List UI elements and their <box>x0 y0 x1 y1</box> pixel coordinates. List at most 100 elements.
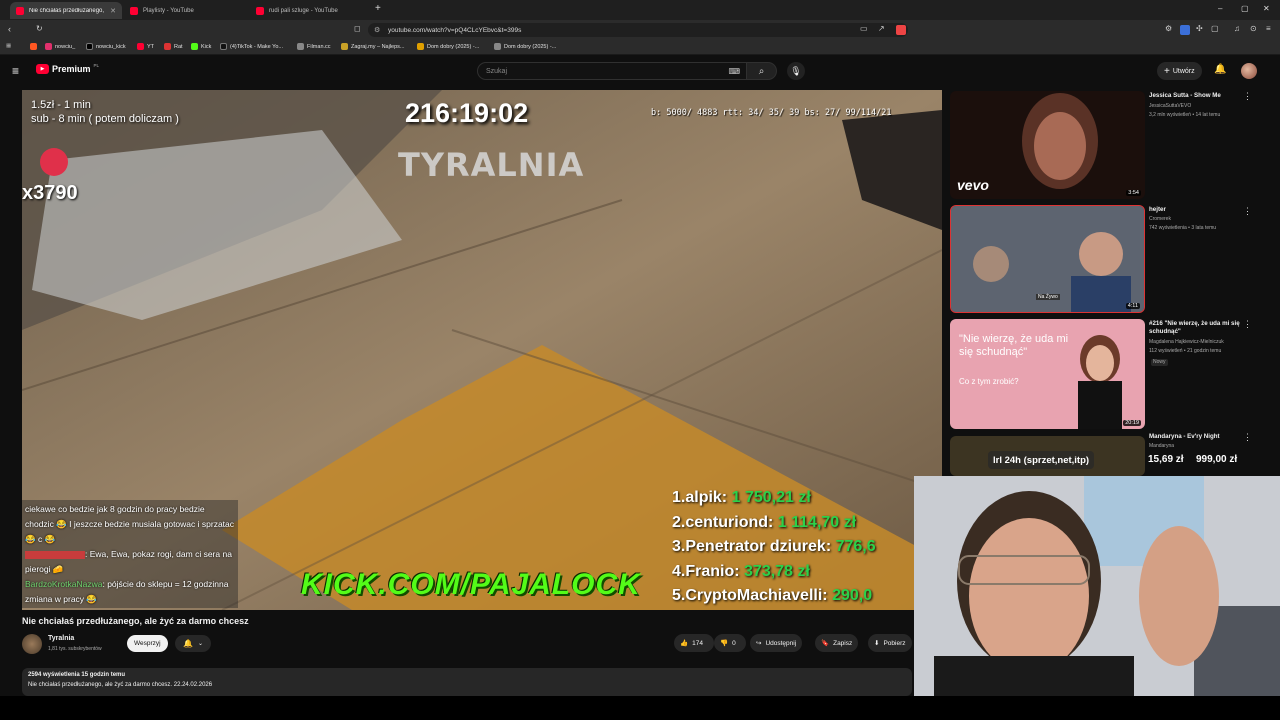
wallet-icon[interactable]: ⊙ <box>1250 24 1257 33</box>
extension-icon[interactable]: ⚙ <box>1165 24 1172 33</box>
address-bar-row: ‹ ↻ ◻ ⚙ youtube.com/watch?v=pQ4CLcYEbvc&… <box>0 20 1280 40</box>
share-page-icon[interactable]: ↗ <box>878 24 885 33</box>
tiktok-icon <box>220 43 227 50</box>
back-icon[interactable]: ‹ <box>8 24 11 34</box>
menu-icon[interactable]: ≡ <box>1266 24 1271 33</box>
thumbnail-subcaption: Co z tym zrobić? <box>959 377 1019 386</box>
site-info-icon[interactable]: ⚙ <box>374 26 380 34</box>
like-button[interactable]: 👍 174 <box>674 634 714 652</box>
bookmark-favicon-icon <box>417 43 424 50</box>
bookmark-item[interactable]: Filman.cc <box>297 43 331 50</box>
play-logo-icon: ▶ <box>36 64 49 74</box>
recommended-title[interactable]: hejter <box>1149 206 1244 214</box>
leaderboard-row: 1.alpik: 1 750,21 zł <box>672 489 811 506</box>
dislike-button[interactable]: 👎 0 <box>714 634 746 652</box>
chat-message: BardzoKrotkaNazwa: pójście do sklepu = 1… <box>25 579 229 604</box>
channel-avatar[interactable] <box>22 634 42 654</box>
recommended-channel[interactable]: JessicaSuttaVEVO <box>1149 103 1244 110</box>
create-button[interactable]: + Utwórz <box>1157 62 1202 80</box>
youtube-header: ≡ ▶ Premium PL Szukaj ⌨ ⌕ 🎙 + Utwórz 🔔 <box>0 56 1280 86</box>
tab-title: Playlisty - YouTube <box>143 7 194 14</box>
youtube-logo[interactable]: ▶ Premium PL <box>36 62 100 74</box>
bookmark-favicon-icon <box>297 43 304 50</box>
search-button[interactable]: ⌕ <box>747 62 777 80</box>
bookmark-item[interactable]: Zagraj.my – Najleps... <box>341 43 405 50</box>
search-input[interactable]: Szukaj ⌨ <box>477 62 747 80</box>
bookmark-item[interactable]: (4)TikTok - Make Yo... <box>220 43 283 50</box>
video-duration: 3:54 <box>1126 190 1141 196</box>
bookmark-item[interactable]: Dom dobry (2025) -... <box>417 43 479 50</box>
extensions-icon[interactable]: ✣ <box>1196 24 1203 33</box>
recommended-title[interactable]: Jessica Sutta - Show Me <box>1149 92 1244 100</box>
recommended-title[interactable]: #216 "Nie wierzę, że uda mi się schudnąć… <box>1149 320 1244 336</box>
bookmark-favicon-icon <box>164 43 171 50</box>
bookmark-item[interactable]: Rat <box>164 43 183 50</box>
voice-search-icon[interactable]: 🎙 <box>787 62 805 80</box>
description-box[interactable]: 2594 wyświetlenia 15 godzin temu Nie chc… <box>22 668 912 696</box>
recommended-channel[interactable]: Mandaryna <box>1149 443 1244 450</box>
chat-message: ciekawe co bedzie jak 8 godzin do pracy … <box>25 504 235 544</box>
share-button[interactable]: ↪ Udostępnij <box>750 634 803 652</box>
download-button[interactable]: ⬇ Pobierz <box>868 634 912 652</box>
media-icon[interactable]: ♫ <box>1234 24 1240 33</box>
avatar[interactable] <box>1241 63 1257 79</box>
save-playlist-icon: 🔖 <box>821 640 830 647</box>
recommended-meta: 3,2 mln wyświetleń • 14 lat temu <box>1149 112 1221 118</box>
subscribed-bell-button[interactable]: 🔔 ⌄ <box>175 635 211 652</box>
minimize-button[interactable]: – <box>1218 4 1222 13</box>
extension-icon[interactable] <box>896 25 906 35</box>
channel-name[interactable]: Tyralnia <box>48 635 74 642</box>
bookmarks-bar: ▦ nowciu_ nowciu_kick YT Rat Kick (4)Tik… <box>0 40 1280 55</box>
new-badge: Nowy <box>1151 359 1168 366</box>
support-button[interactable]: Wesprzyj <box>127 635 168 652</box>
extension-icon[interactable] <box>1180 25 1190 35</box>
tab-title: rudi pali szluge - YouTube <box>269 7 338 14</box>
webcam-overlay <box>914 476 1280 696</box>
tab-playlisty[interactable]: Playlisty - YouTube <box>124 2 250 19</box>
tab-active[interactable]: Nie chciałaś przedłużanego, a ✕ <box>10 2 122 19</box>
keyboard-icon[interactable]: ⌨ <box>728 67 740 76</box>
price-line-1: 1.5zł - 1 min <box>31 99 91 111</box>
tab-rudi[interactable]: rudi pali szluge - YouTube <box>250 2 376 19</box>
recommended-thumbnail[interactable]: vevo 3:54 <box>950 91 1145 199</box>
video-title: Nie chciałaś przedłużanego, ale żyć za d… <box>22 616 249 626</box>
more-options-icon[interactable]: ⋮ <box>1243 319 1252 330</box>
leaderboard-row: 3.Penetrator dziurek: 776,6 <box>672 538 876 555</box>
kick-icon <box>191 43 198 50</box>
reload-icon[interactable]: ↻ <box>36 24 43 33</box>
recommended-title[interactable]: Mandaryna - Ev'ry Night <box>1149 433 1244 441</box>
maximize-button[interactable]: ▢ <box>1241 4 1249 13</box>
youtube-favicon-icon <box>256 6 264 15</box>
new-tab-button[interactable]: + <box>375 3 381 14</box>
save-button[interactable]: 🔖 Zapisz <box>815 634 859 652</box>
bookmark-item[interactable]: nowciu_kick <box>86 43 126 50</box>
hamburger-menu-icon[interactable]: ≡ <box>12 64 19 78</box>
recommended-thumbnail[interactable]: Na Żywo 4:11 <box>950 205 1145 313</box>
sidebar-icon[interactable]: ▢ <box>1211 24 1219 33</box>
bookmark-item[interactable] <box>30 43 37 50</box>
more-options-icon[interactable]: ⋮ <box>1243 206 1252 217</box>
apps-icon[interactable]: ▦ <box>6 43 11 49</box>
more-options-icon[interactable]: ⋮ <box>1243 432 1252 443</box>
bookmark-item[interactable]: Dom dobry (2025) -... <box>494 43 556 50</box>
bookmark-item[interactable]: nowciu_ <box>45 43 75 50</box>
notifications-bell-icon[interactable]: 🔔 <box>1214 64 1226 75</box>
bookmark-item[interactable]: Kick <box>191 43 211 50</box>
webcam-image <box>914 476 1280 696</box>
video-player[interactable]: 1.5zł - 1 min sub - 8 min ( potem dolicz… <box>22 90 942 610</box>
chat-message: : Ewa, Ewa, pokaz rogi, dam ci sera na p… <box>25 549 232 574</box>
url-field[interactable]: ⚙ youtube.com/watch?v=pQ4CLcYEbvc&t=399s <box>368 23 908 37</box>
close-window-button[interactable]: ✕ <box>1263 4 1270 13</box>
cast-icon[interactable]: ▭ <box>860 24 868 33</box>
x-icon <box>86 43 93 50</box>
recommended-thumbnail[interactable]: "Nie wierzę, że uda mi się schudnąć" Co … <box>950 319 1145 429</box>
more-options-icon[interactable]: ⋮ <box>1243 91 1252 102</box>
country-code: PL <box>93 62 100 68</box>
recommended-channel[interactable]: Magdalena Hajkiewicz-Mielniczuk <box>1149 339 1244 346</box>
bookmark-item[interactable]: YT <box>137 43 154 50</box>
close-tab-icon[interactable]: ✕ <box>110 7 116 15</box>
bookmark-icon[interactable]: ◻ <box>354 24 361 33</box>
taskbar-strip <box>0 696 1280 720</box>
recommended-channel[interactable]: Cromerek <box>1149 216 1244 223</box>
goal-current-amount: 15,69 zł <box>1148 454 1184 465</box>
